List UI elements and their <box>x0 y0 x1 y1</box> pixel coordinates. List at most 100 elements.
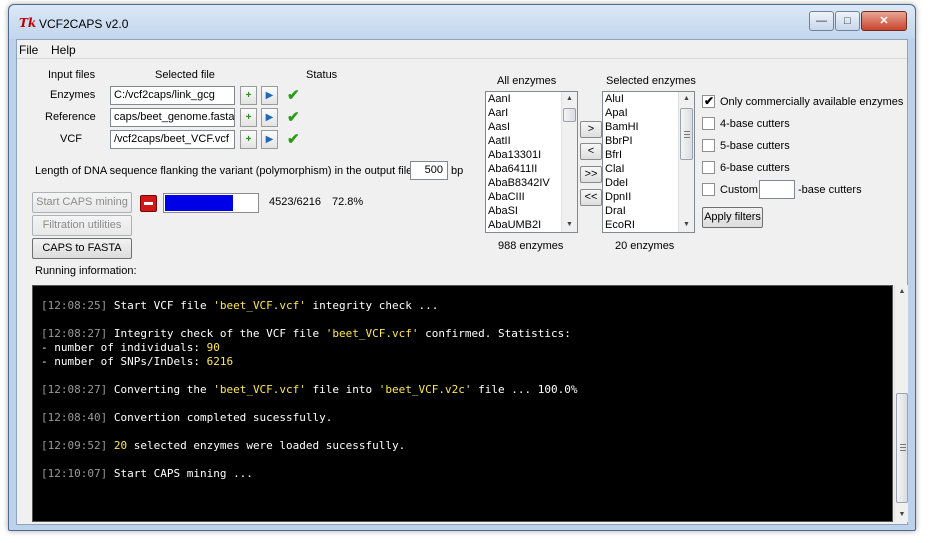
log-text: integrity check ... <box>305 299 439 312</box>
selected-enzyme-list-item[interactable]: ClaI <box>603 162 678 176</box>
selected-enzyme-list-item[interactable]: BbrPI <box>603 134 678 148</box>
title-bar[interactable]: Tk VCF2CAPS v2.0 — □ ✕ <box>9 5 915 39</box>
maximize-icon: □ <box>844 15 851 27</box>
four-base-label: 4-base cutters <box>720 118 790 130</box>
scroll-up-icon[interactable]: ▲ <box>562 92 577 106</box>
log-timestamp: [12:08:27] <box>41 327 108 340</box>
enzymes-load-button[interactable]: ▶ <box>261 86 278 105</box>
enzyme-list-item[interactable]: AasI <box>486 120 561 134</box>
vcf-browse-button[interactable]: + <box>240 130 257 149</box>
enzyme-list-item[interactable]: AanI <box>486 92 561 106</box>
remove-all-button[interactable]: << <box>580 189 602 206</box>
scroll-down-icon[interactable]: ▼ <box>679 218 694 232</box>
five-base-checkbox[interactable] <box>702 139 715 152</box>
log-text: Converting the <box>107 383 214 396</box>
custom-base-input[interactable] <box>759 180 795 199</box>
selected-enzyme-list-item[interactable]: AluI <box>603 92 678 106</box>
enzyme-list-item[interactable]: AbaUMB2I <box>486 218 561 232</box>
progress-fill <box>165 195 234 211</box>
vcf-load-button[interactable]: ▶ <box>261 130 278 149</box>
selected-enzymes-scrollbar[interactable]: ▲ ▼ <box>678 92 694 232</box>
commercial-only-checkbox[interactable]: ✔ <box>702 94 715 108</box>
flanking-length-label: Length of DNA sequence flanking the vari… <box>35 165 416 177</box>
log-text: Start CAPS mining ... <box>107 467 253 480</box>
log-text: file ... 100.0% <box>471 383 578 396</box>
close-button[interactable]: ✕ <box>861 11 907 31</box>
add-selected-button[interactable]: > <box>580 121 602 138</box>
remove-selected-button[interactable]: < <box>580 143 602 160</box>
flanking-length-input[interactable]: 500 <box>410 161 448 180</box>
scroll-thumb[interactable] <box>680 108 693 160</box>
enzyme-list-item[interactable]: AbaCIII <box>486 190 561 204</box>
all-enzymes-count: 988 enzymes <box>498 240 564 252</box>
check-icon: ✔ <box>287 109 300 126</box>
vcf-file-field[interactable]: /vcf2caps/beet_VCF.vcf <box>110 130 235 149</box>
caps-to-fasta-button[interactable]: CAPS to FASTA <box>32 238 132 259</box>
running-information-label: Running information: <box>35 265 137 277</box>
selected-enzyme-list-item[interactable]: DdeI <box>603 176 678 190</box>
log-highlight: 'beet_VCF.v2c' <box>378 383 472 396</box>
log-timestamp: [12:08:27] <box>41 383 108 396</box>
all-enzymes-list[interactable]: AanI AarI AasI AatII Aba13301I Aba6411II AbaB8… <box>485 91 578 233</box>
enzyme-list-item[interactable]: AarI <box>486 106 561 120</box>
maximize-button[interactable]: □ <box>835 11 860 31</box>
log-timestamp: [12:08:25] <box>41 299 108 312</box>
log-line: [12:08:40] Convertion completed sucessfu… <box>41 411 332 424</box>
scroll-thumb[interactable] <box>896 393 908 503</box>
scroll-down-icon[interactable]: ▼ <box>895 508 909 522</box>
selected-enzymes-list[interactable]: AluI ApaI BamHI BbrPI BfrI ClaI DdeI DpnII DraI E… <box>602 91 695 233</box>
enzyme-list-item[interactable]: AbaB8342IV <box>486 176 561 190</box>
selected-enzyme-list-item[interactable]: BfrI <box>603 148 678 162</box>
selected-file-header: Selected file <box>155 69 215 81</box>
start-caps-mining-button[interactable]: Start CAPS mining <box>32 192 132 213</box>
six-base-label: 6-base cutters <box>720 162 790 174</box>
checkmark-icon: ✔ <box>704 94 715 108</box>
grip-line <box>900 450 906 451</box>
filtration-utilities-button[interactable]: Filtration utilities <box>32 215 132 236</box>
reference-load-button[interactable]: ▶ <box>261 108 278 127</box>
log-text: Integrity check of the VCF file <box>107 327 326 340</box>
minimize-button[interactable]: — <box>809 11 834 31</box>
selected-enzyme-list-item[interactable]: ApaI <box>603 106 678 120</box>
log-text: - number of SNPs/InDels: <box>41 355 207 368</box>
log-line: [12:09:52] 20 selected enzymes were load… <box>41 439 405 452</box>
enzyme-list-item[interactable]: AbaSI <box>486 204 561 218</box>
enzyme-list-item[interactable]: AatII <box>486 134 561 148</box>
vcf-file-label: VCF <box>60 133 82 145</box>
scroll-up-icon[interactable]: ▲ <box>679 92 694 106</box>
selected-enzyme-list-item[interactable]: EcoRI <box>603 218 678 232</box>
running-information-console[interactable]: [12:08:25] Start VCF file 'beet_VCF.vcf'… <box>32 285 893 522</box>
enzymes-browse-button[interactable]: + <box>240 86 257 105</box>
selected-enzymes-count: 20 enzymes <box>615 240 675 252</box>
all-enzymes-header: All enzymes <box>497 75 557 87</box>
apply-filters-button[interactable]: Apply filters <box>702 207 763 228</box>
reference-browse-button[interactable]: + <box>240 108 257 127</box>
check-icon: ✔ <box>287 131 300 148</box>
selected-enzyme-list-item[interactable]: DpnII <box>603 190 678 204</box>
selected-enzyme-list-item[interactable]: BamHI <box>603 120 678 134</box>
flanking-unit: bp <box>451 165 464 177</box>
enzymes-file-field[interactable]: C:/vcf2caps/link_gcg <box>110 86 235 105</box>
selected-enzyme-list-item[interactable]: DraI <box>603 204 678 218</box>
custom-base-checkbox[interactable] <box>702 183 715 196</box>
stop-button[interactable] <box>140 195 157 212</box>
reference-file-field[interactable]: caps/beet_genome.fasta <box>110 108 235 127</box>
all-enzymes-scrollbar[interactable]: ▲ ▼ <box>561 92 577 232</box>
scroll-thumb[interactable] <box>563 108 576 122</box>
window-title: VCF2CAPS v2.0 <box>39 17 129 31</box>
log-timestamp: [12:08:40] <box>41 411 108 424</box>
scroll-down-icon[interactable]: ▼ <box>562 218 577 232</box>
menu-file[interactable]: File <box>19 43 38 57</box>
four-base-checkbox[interactable] <box>702 117 715 130</box>
add-all-button[interactable]: >> <box>580 166 602 183</box>
log-text: Start VCF file <box>107 299 214 312</box>
enzyme-list-item[interactable]: Aba13301I <box>486 148 561 162</box>
menu-help[interactable]: Help <box>51 43 76 57</box>
six-base-checkbox[interactable] <box>702 161 715 174</box>
enzyme-list-item[interactable]: Aba6411II <box>486 162 561 176</box>
mining-progress-bar <box>163 193 259 213</box>
log-highlight: 'beet_VCF.vcf' <box>325 327 419 340</box>
menu-bar: File Help <box>17 40 907 59</box>
console-scrollbar[interactable]: ▲ ▼ <box>894 285 908 522</box>
scroll-up-icon[interactable]: ▲ <box>895 285 909 299</box>
